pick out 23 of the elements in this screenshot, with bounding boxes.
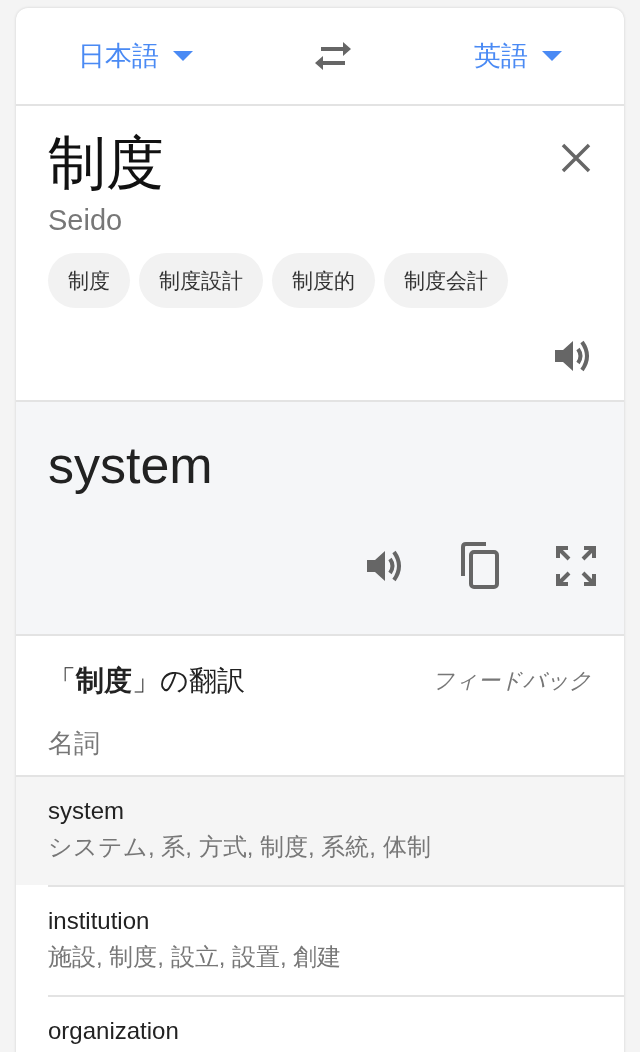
feedback-link[interactable]: フィードバック — [432, 666, 592, 696]
source-text: 制度 — [48, 129, 164, 197]
fullscreen-icon[interactable] — [556, 546, 596, 586]
translation-row[interactable]: organization — [48, 995, 624, 1052]
suggestion-chip[interactable]: 制度会計 — [384, 253, 508, 308]
part-of-speech: 名詞 — [47, 727, 101, 760]
translation-row[interactable]: institution 施設, 制度, 設立, 設置, 創建 — [48, 885, 624, 995]
romanization: Seido — [48, 204, 124, 237]
suggestion-chip[interactable]: 制度 — [48, 253, 130, 308]
translated-text: system — [48, 435, 214, 496]
suggestion-chip[interactable]: 制度的 — [272, 253, 375, 308]
translation-row[interactable]: system システム, 系, 方式, 制度, 系統, 体制 — [16, 775, 624, 885]
caret-icon — [173, 51, 194, 61]
translation-word: organization — [48, 1017, 180, 1045]
translation-word: system — [48, 797, 125, 825]
caret-icon — [541, 51, 562, 61]
copy-icon[interactable] — [460, 542, 500, 590]
translation-word: institution — [48, 907, 151, 935]
close-icon[interactable] — [560, 142, 592, 174]
back-translations: システム, 系, 方式, 制度, 系統, 体制 — [48, 832, 432, 862]
translations-heading: 「制度」の翻訳 — [48, 664, 245, 698]
back-translations: 施設, 制度, 設立, 設置, 創建 — [48, 942, 343, 972]
suggestion-chip[interactable]: 制度設計 — [139, 253, 263, 308]
